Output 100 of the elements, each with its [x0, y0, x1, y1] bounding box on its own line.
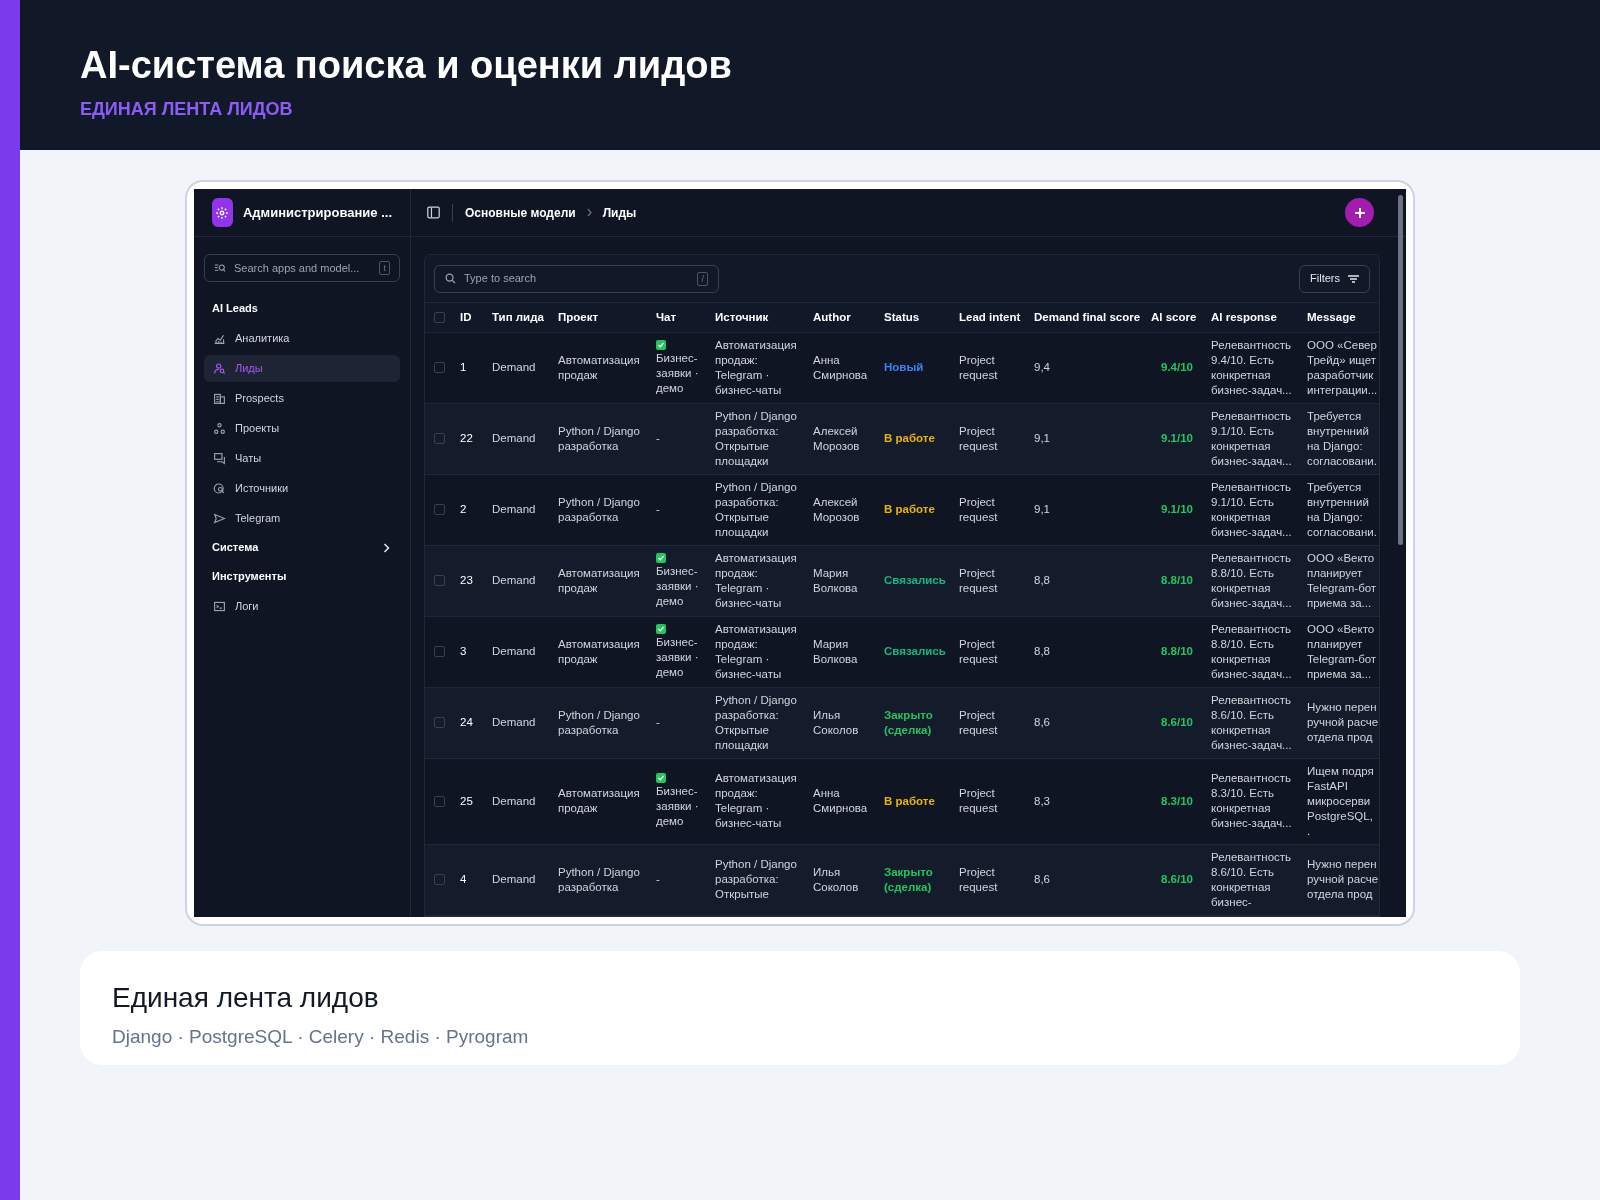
row-checkbox[interactable]: [434, 874, 445, 885]
breadcrumb-link[interactable]: Лиды: [602, 203, 637, 222]
score-label: 9.1/10: [1161, 503, 1193, 515]
search-field[interactable]: Search apps and model... t: [204, 254, 400, 282]
table-cell: Релевантность 9.4/10. Есть конкретная бизнес-задач...: [1211, 338, 1292, 396]
table-cell: Python / Django разработка: [558, 495, 640, 523]
table-cell-text: -: [656, 872, 661, 887]
sidebar-item[interactable]: Аналитика: [204, 324, 400, 352]
search-icon: [214, 263, 226, 273]
sidebar-item[interactable]: Telegram: [204, 504, 400, 532]
table-cell-text: Бизнес-заявки · демо: [656, 634, 700, 680]
search-input[interactable]: Search apps and model...: [234, 259, 372, 277]
filters-button[interactable]: Filters: [1299, 264, 1370, 293]
table-cell: Автоматизация продаж: Telegram · бизнес-чаты: [715, 338, 797, 396]
section-heading: AI Leads: [212, 301, 258, 317]
table-cell: Нужно перен ручной расче отдела прод: [1307, 701, 1379, 743]
scrollbar[interactable]: [1398, 195, 1403, 545]
table-cell: Project request: [959, 637, 998, 665]
row-checkbox[interactable]: [434, 362, 445, 373]
sidebar-item[interactable]: Источники: [204, 474, 400, 502]
table-cell: Demand: [492, 432, 536, 444]
table-cell: 9,1: [1034, 432, 1050, 444]
column-header[interactable]: Author: [813, 310, 851, 323]
column-header[interactable]: ID: [460, 310, 472, 323]
table-cell: 9,1: [1034, 503, 1050, 515]
shortcut-key: /: [697, 271, 708, 286]
table-cell: Demand: [492, 794, 536, 807]
terminal-icon: [213, 599, 226, 613]
table-cell: Ищем подря FastAPI микросерви PostgreSQL, .: [1307, 764, 1374, 837]
row-checkbox[interactable]: [434, 433, 445, 444]
table-cell: Project request: [959, 566, 998, 594]
search-input[interactable]: Type to search: [464, 270, 690, 287]
status-label: Связались: [884, 645, 946, 657]
sidebar-item[interactable]: Проекты: [204, 414, 400, 442]
breadcrumb-link[interactable]: Основные модели: [465, 203, 576, 222]
table-cell: 25: [460, 794, 473, 807]
column-header[interactable]: Тип лида: [492, 310, 544, 323]
search-field[interactable]: Type to search /: [434, 264, 719, 293]
table-cell: Python / Django разработка: [558, 865, 640, 893]
row-checkbox[interactable]: [434, 504, 445, 515]
status-label: В работе: [884, 503, 935, 515]
table-cell: Алексей Морозов: [813, 495, 860, 523]
column-header[interactable]: Источник: [715, 310, 769, 323]
table-cell: ООО «Векто планирует Telegram-бот приема за...: [1307, 551, 1377, 609]
sidebar-item[interactable]: Чаты: [204, 444, 400, 472]
table-cell: 8,3: [1034, 794, 1050, 807]
table-cell: Project request: [959, 865, 998, 893]
header-checkbox[interactable]: [434, 311, 445, 323]
column-header[interactable]: Demand final score: [1034, 310, 1141, 323]
table-cell: Требуется внутренний на Django: согласовани.: [1307, 409, 1377, 467]
tech-stack: Django · PostgreSQL · Celery · Redis · Pyrogram: [112, 1024, 530, 1049]
column-header[interactable]: Проект: [558, 310, 599, 323]
table-cell: Project request: [959, 424, 998, 452]
chevron-right-icon[interactable]: [383, 542, 390, 553]
row-checkbox[interactable]: [434, 646, 445, 657]
shortcut-key: t: [379, 261, 390, 275]
send-icon: [213, 511, 226, 525]
sidebar-item[interactable]: Prospects: [204, 384, 400, 412]
table-cell: Автоматизация продаж: [558, 637, 640, 665]
table-cell: Релевантность 9.1/10. Есть конкретная бизнес-задач...: [1211, 480, 1292, 538]
table-cell-text: Бизнес-заявки · демо: [656, 563, 700, 609]
table-cell: Релевантность 8.8/10. Есть конкретная бизнес-задач...: [1211, 551, 1292, 609]
table-cell: Алексей Морозов: [813, 424, 860, 452]
table-cell: Автоматизация продаж: Telegram · бизнес-чаты: [715, 772, 797, 829]
table-cell: 8,6: [1034, 873, 1050, 885]
table-cell: Анна Смирнова: [813, 353, 868, 381]
table-cell: Demand: [492, 645, 536, 657]
column-header[interactable]: Lead intent: [959, 310, 1021, 323]
table-cell: Мария Волкова: [813, 566, 858, 594]
table-cell: ООО «Векто планирует Telegram-бот приема за...: [1307, 622, 1377, 680]
table-cell: Автоматизация продаж: Telegram · бизнес-чаты: [715, 622, 797, 680]
building-icon: [213, 391, 226, 405]
add-button[interactable]: [1345, 198, 1374, 227]
page-title: AI-система поиска и оценки лидов: [80, 44, 733, 86]
column-header[interactable]: Message: [1307, 310, 1356, 323]
column-header[interactable]: Чат: [656, 310, 677, 323]
column-header[interactable]: AI response: [1211, 310, 1277, 323]
sidebar-item[interactable]: Лиды: [204, 354, 400, 382]
table-cell: 8,8: [1034, 645, 1050, 657]
filter-icon: [1348, 274, 1359, 283]
table-cell: Автоматизация продаж: Telegram · бизнес-чаты: [715, 551, 797, 609]
sidebar-item[interactable]: Логи: [204, 592, 400, 620]
nodes-icon: [213, 421, 226, 435]
table-cell: Мария Волкова: [813, 637, 858, 665]
row-checkbox[interactable]: [434, 575, 445, 586]
column-header[interactable]: Status: [884, 310, 920, 323]
section-heading: Инструменты: [212, 569, 287, 585]
section-heading[interactable]: Система: [212, 539, 259, 556]
score-label: 8.6/10: [1161, 873, 1193, 885]
sidebar-toggle-icon[interactable]: [427, 206, 440, 219]
app-brand: Администрирование ...: [242, 203, 392, 222]
row-checkbox[interactable]: [434, 795, 445, 807]
table-cell: 2: [460, 503, 467, 515]
row-checkbox[interactable]: [434, 717, 445, 728]
score-label: 9.4/10: [1161, 361, 1193, 373]
column-header[interactable]: AI score: [1151, 310, 1197, 323]
table-cell-text: -: [656, 502, 661, 517]
status-label: Связались: [884, 574, 946, 586]
table-cell: 8,8: [1034, 574, 1050, 586]
table-cell: 9,4: [1034, 361, 1050, 373]
